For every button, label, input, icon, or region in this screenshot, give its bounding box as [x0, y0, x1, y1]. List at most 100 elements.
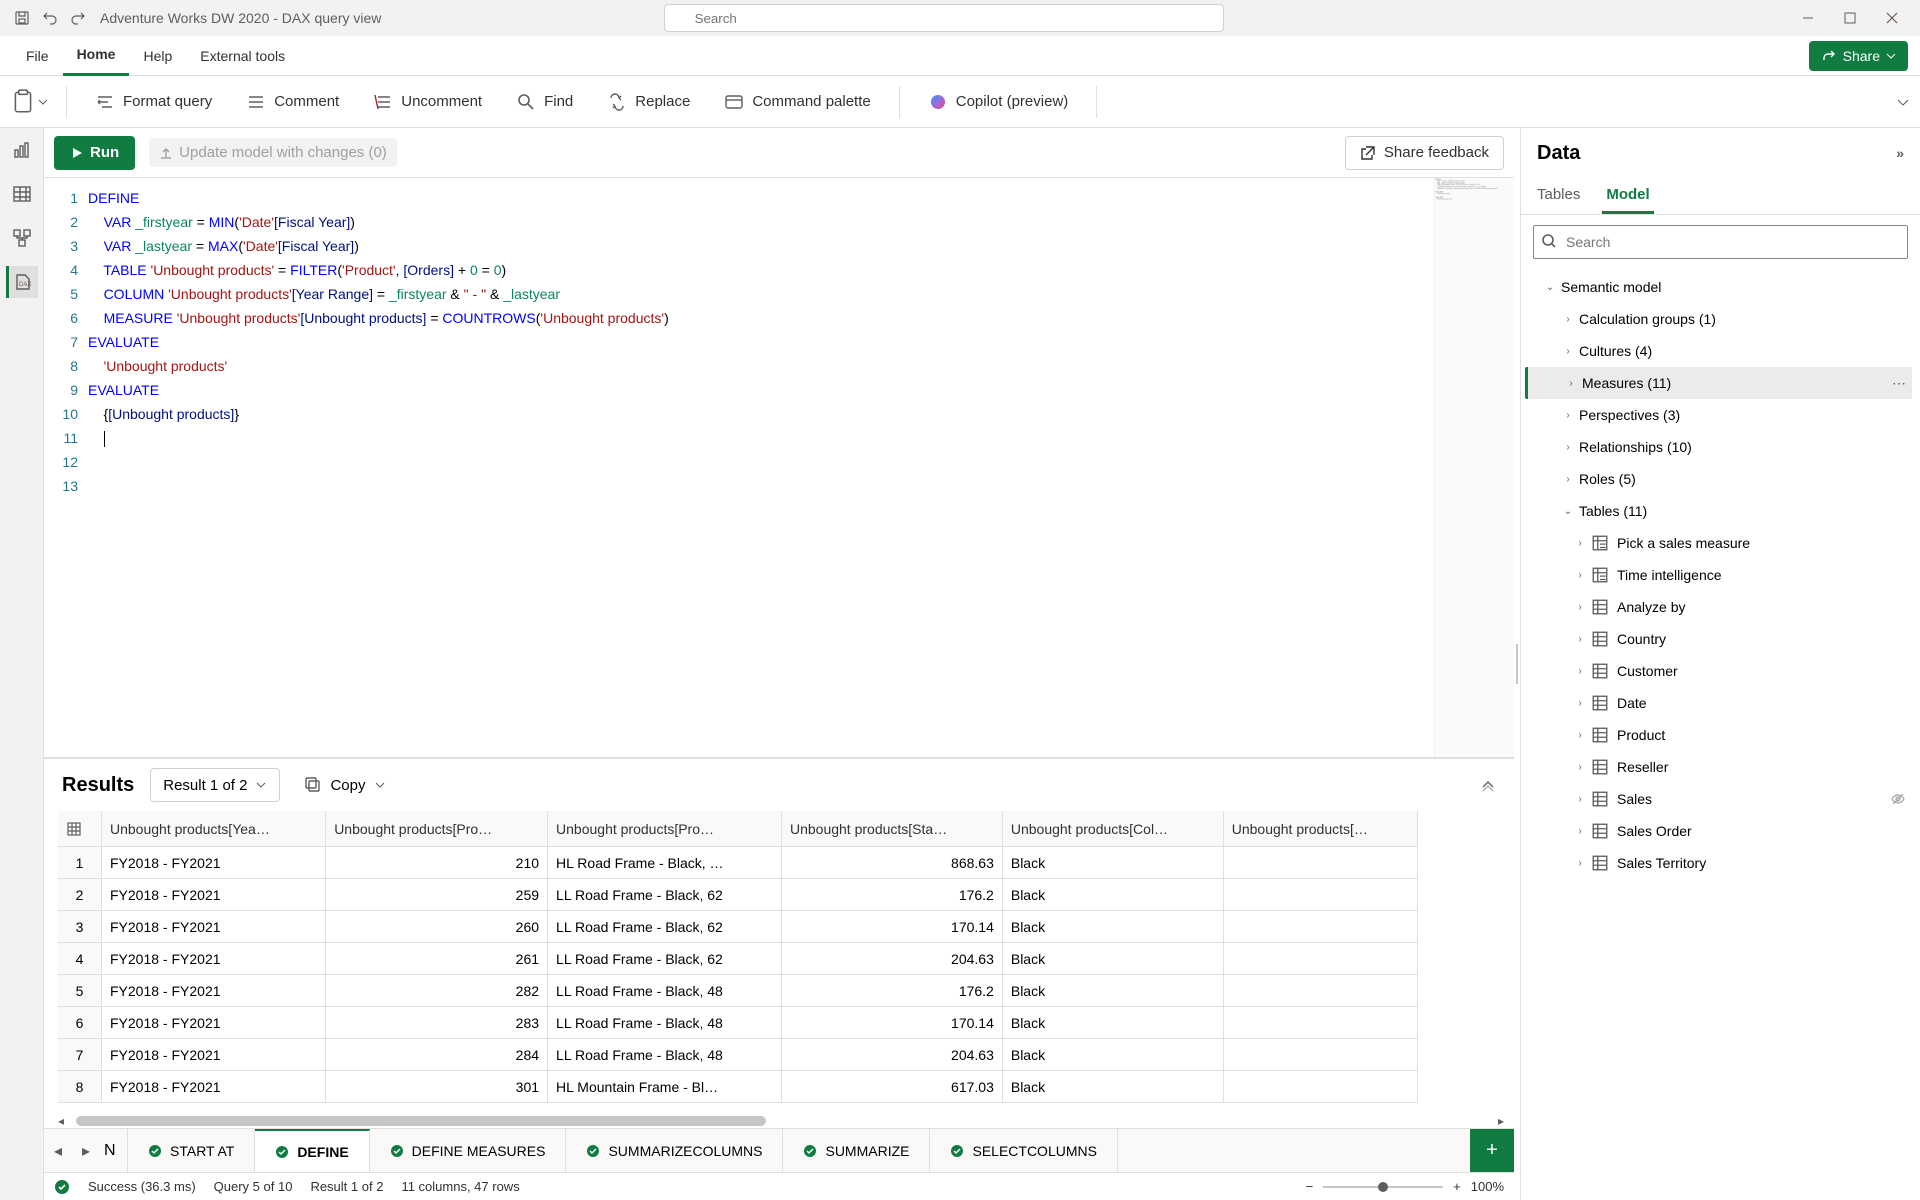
global-search[interactable]: [664, 4, 1224, 32]
close-icon[interactable]: [1872, 4, 1912, 32]
menu-item-file[interactable]: File: [12, 36, 63, 76]
line-gutter: 12345678910111213: [44, 178, 88, 757]
more-icon[interactable]: ⋯: [1892, 375, 1906, 392]
tree-node[interactable]: ›Time intelligence: [1525, 559, 1912, 591]
run-button[interactable]: Run: [54, 136, 135, 170]
tree-node[interactable]: ›Cultures (4): [1525, 335, 1912, 367]
tree-node[interactable]: ›Measures (11)⋯: [1525, 367, 1912, 399]
zoom-in-button[interactable]: +: [1453, 1179, 1461, 1194]
column-header[interactable]: Unbought products[Yea…: [102, 811, 326, 847]
query-tab-define-measures[interactable]: DEFINE MEASURES: [370, 1129, 567, 1172]
tree-node[interactable]: ›Calculation groups (1): [1525, 303, 1912, 335]
external-link-icon: [1360, 145, 1376, 161]
query-tab-summarizecolumns[interactable]: SUMMARIZECOLUMNS: [566, 1129, 783, 1172]
replace-button[interactable]: Replace: [597, 86, 700, 118]
find-button[interactable]: Find: [506, 86, 583, 118]
ribbon-expand-button[interactable]: [1896, 95, 1910, 109]
data-pane-tab-model[interactable]: Model: [1602, 178, 1653, 214]
undo-icon[interactable]: [36, 4, 64, 32]
tree-node[interactable]: ›Analyze by: [1525, 591, 1912, 623]
query-tab-selectcolumns[interactable]: SELECTCOLUMNS: [930, 1129, 1117, 1172]
add-tab-button[interactable]: +: [1470, 1129, 1514, 1172]
tree-node-label: Semantic model: [1561, 279, 1661, 295]
partial-tab[interactable]: N: [100, 1129, 128, 1172]
table-row[interactable]: 6FY2018 - FY2021283LL Road Frame - Black…: [58, 1007, 1418, 1039]
column-header[interactable]: Unbought products[Pro…: [548, 811, 782, 847]
tree-node[interactable]: ›Country: [1525, 623, 1912, 655]
table-row[interactable]: 3FY2018 - FY2021260LL Road Frame - Black…: [58, 911, 1418, 943]
dax-view-icon[interactable]: DAX: [6, 266, 38, 298]
code-editor[interactable]: 12345678910111213 DEFINE VAR _firstyear …: [44, 178, 1514, 758]
table-view-icon[interactable]: [6, 178, 38, 210]
update-model-button[interactable]: Update model with changes (0): [149, 138, 397, 167]
tree-node[interactable]: ›Perspectives (3): [1525, 399, 1912, 431]
query-tab-start-at[interactable]: START AT: [128, 1129, 255, 1172]
collapse-pane-button[interactable]: »: [1896, 145, 1904, 161]
chevron-right-icon: ›: [1573, 570, 1587, 581]
copilot-button[interactable]: Copilot (preview): [918, 86, 1079, 118]
data-search-input[interactable]: [1533, 225, 1908, 259]
save-icon[interactable]: [8, 4, 36, 32]
model-view-icon[interactable]: [6, 222, 38, 254]
tree-node[interactable]: ›Sales Order: [1525, 815, 1912, 847]
column-header[interactable]: Unbought products[…: [1224, 811, 1418, 847]
tree-node[interactable]: ›Date: [1525, 687, 1912, 719]
chevron-right-icon: ›: [1573, 602, 1587, 613]
minimap[interactable]: DEFINE VAR _firstyear = MIN('Date'[Fisca…: [1434, 178, 1514, 757]
report-view-icon[interactable]: [6, 134, 38, 166]
redo-icon[interactable]: [64, 4, 92, 32]
table-row[interactable]: 5FY2018 - FY2021282LL Road Frame - Black…: [58, 975, 1418, 1007]
share-feedback-button[interactable]: Share feedback: [1345, 136, 1504, 170]
uncomment-button[interactable]: Uncomment: [363, 86, 492, 118]
tree-node[interactable]: ›Product: [1525, 719, 1912, 751]
menu-item-home[interactable]: Home: [63, 36, 130, 76]
command-palette-button[interactable]: Command palette: [714, 86, 880, 118]
zoom-slider[interactable]: [1323, 1186, 1443, 1188]
tree-node[interactable]: ›Pick a sales measure: [1525, 527, 1912, 559]
pane-splitter[interactable]: [1514, 128, 1520, 1200]
minimize-icon[interactable]: [1788, 4, 1828, 32]
column-header[interactable]: [58, 811, 102, 847]
tree-node[interactable]: ⌄Semantic model: [1525, 271, 1912, 303]
command-palette-icon: [724, 92, 744, 112]
tree-node-label: Sales Territory: [1617, 855, 1706, 871]
format-query-button[interactable]: Format query: [85, 86, 222, 118]
menu-item-external-tools[interactable]: External tools: [186, 36, 299, 76]
table-row[interactable]: 1FY2018 - FY2021210HL Road Frame - Black…: [58, 847, 1418, 879]
tree-node[interactable]: ›Roles (5): [1525, 463, 1912, 495]
result-selector[interactable]: Result 1 of 2: [150, 768, 280, 802]
status-result-pos: Result 1 of 2: [310, 1179, 383, 1194]
share-button[interactable]: Share: [1809, 41, 1908, 71]
tree-node[interactable]: ›Sales Territory: [1525, 847, 1912, 879]
tree-node[interactable]: ›Reseller: [1525, 751, 1912, 783]
copy-button[interactable]: Copy: [304, 776, 385, 794]
table-row[interactable]: 7FY2018 - FY2021284LL Road Frame - Black…: [58, 1039, 1418, 1071]
comment-button[interactable]: Comment: [236, 86, 349, 118]
tab-nav-next[interactable]: ▸: [72, 1129, 100, 1172]
column-header[interactable]: Unbought products[Pro…: [326, 811, 548, 847]
collapse-results-button[interactable]: [1480, 777, 1496, 793]
menu-item-help[interactable]: Help: [129, 36, 186, 76]
tree-node[interactable]: ›Customer: [1525, 655, 1912, 687]
tree-node[interactable]: ›Sales: [1525, 783, 1912, 815]
zoom-out-button[interactable]: −: [1306, 1179, 1314, 1194]
column-header[interactable]: Unbought products[Sta…: [782, 811, 1003, 847]
query-tab-define[interactable]: DEFINE: [255, 1129, 369, 1172]
chevron-right-icon: ›: [1564, 378, 1578, 389]
query-tab-summarize[interactable]: SUMMARIZE: [783, 1129, 930, 1172]
data-pane-tab-tables[interactable]: Tables: [1533, 178, 1584, 214]
global-search-input[interactable]: [664, 4, 1224, 32]
horizontal-scrollbar[interactable]: ◂ ▸: [62, 1114, 1500, 1128]
table-row[interactable]: 8FY2018 - FY2021301HL Mountain Frame - B…: [58, 1071, 1418, 1103]
tree-node[interactable]: ›Relationships (10): [1525, 431, 1912, 463]
paste-button[interactable]: [10, 89, 48, 115]
table-row[interactable]: 2FY2018 - FY2021259LL Road Frame - Black…: [58, 879, 1418, 911]
tab-nav-prev[interactable]: ◂: [44, 1129, 72, 1172]
table-row[interactable]: 4FY2018 - FY2021261LL Road Frame - Black…: [58, 943, 1418, 975]
data-pane: Data » TablesModel ⌄Semantic model›Calcu…: [1520, 128, 1920, 1200]
tree-node[interactable]: ⌄Tables (11): [1525, 495, 1912, 527]
maximize-icon[interactable]: [1830, 4, 1870, 32]
results-table[interactable]: Unbought products[Yea…Unbought products[…: [58, 811, 1418, 1103]
column-header[interactable]: Unbought products[Col…: [1003, 811, 1224, 847]
code-content[interactable]: DEFINE VAR _firstyear = MIN('Date'[Fisca…: [88, 178, 1514, 757]
